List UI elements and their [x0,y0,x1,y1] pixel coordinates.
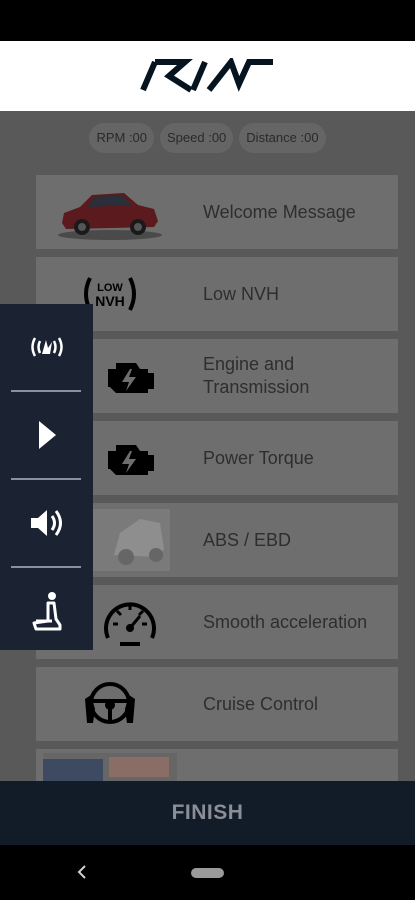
vibration-icon [30,337,63,357]
feature-card-cruise-control[interactable]: Cruise Control [36,667,398,741]
seat-icon [32,592,61,631]
feature-label: ABS / EBD [203,529,292,550]
feature-card-welcome-message[interactable]: Welcome Message [36,175,398,249]
feature-label: Low NVH [203,283,280,304]
volume-icon [30,510,62,536]
home-pill[interactable] [191,868,224,878]
feature-card-partial[interactable] [36,749,398,781]
kia-logo [139,58,273,93]
feature-label: Cruise Control [203,693,319,714]
side-control-panel [0,304,93,650]
speedometer-icon [104,602,156,646]
play-icon [38,421,56,449]
seat-button[interactable] [0,568,93,654]
finish-button[interactable]: FINISH [0,781,415,845]
play-button[interactable] [0,392,93,478]
app-header [0,41,415,111]
car-photo-icon [58,193,162,240]
engine-icon [108,445,154,475]
svg-text:NVH: NVH [95,293,125,309]
chevron-left-icon [77,865,86,879]
finish-label: FINISH [171,801,244,824]
rpm-readout: RPM :00 [89,123,155,153]
back-button[interactable] [72,859,92,885]
feature-label: Smooth acceleration [203,611,368,632]
partial-photo-icon [43,753,177,781]
distance-readout: Distance :00 [239,123,326,153]
volume-button[interactable] [0,480,93,566]
feature-label: Power Torque [203,447,314,468]
system-nav-bar [0,845,415,900]
steering-wheel-icon [85,682,135,724]
feature-label: Welcome Message [203,201,356,222]
engine-icon [108,363,154,393]
status-bar [0,0,415,41]
vibration-button[interactable] [0,304,93,390]
feature-label: Engine and Transmission [203,354,310,397]
telemetry-bar: RPM :00 Speed :00 Distance :00 [0,123,415,153]
speed-readout: Speed :00 [160,123,234,153]
